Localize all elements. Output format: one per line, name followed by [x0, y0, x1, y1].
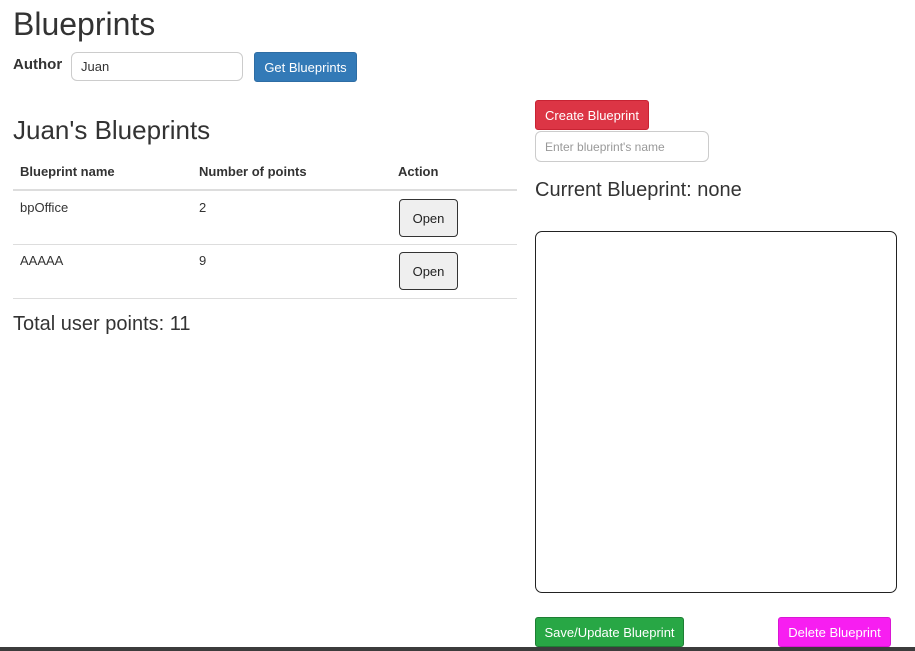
author-label: Author — [13, 56, 63, 73]
get-blueprints-button[interactable]: Get Blueprints — [254, 52, 357, 82]
blueprint-points-cell: 2 — [199, 200, 207, 215]
column-header-action: Action — [398, 164, 439, 179]
blueprint-name-cell: AAAAA — [20, 253, 64, 268]
blueprint-points-cell: 9 — [199, 253, 207, 268]
table-header-row: Blueprint name Number of points Action — [13, 153, 517, 191]
open-blueprint-button[interactable]: Open — [399, 199, 458, 237]
save-update-blueprint-button[interactable]: Save/Update Blueprint — [535, 617, 684, 647]
bottom-scrollbar — [0, 647, 915, 651]
current-blueprint-label: Current Blueprint: none — [535, 179, 742, 201]
column-header-points: Number of points — [199, 164, 307, 179]
open-blueprint-button[interactable]: Open — [399, 252, 458, 290]
blueprint-canvas[interactable] — [535, 231, 897, 593]
column-header-name: Blueprint name — [20, 164, 115, 179]
blueprint-name-cell: bpOffice — [20, 200, 69, 215]
create-blueprint-button[interactable]: Create Blueprint — [535, 100, 649, 130]
table-row: AAAAA 9 Open — [13, 245, 517, 299]
blueprints-title: Juan's Blueprints — [13, 115, 211, 145]
blueprints-table: Blueprint name Number of points Action b… — [13, 153, 517, 299]
page: Blueprints Author Get Blueprints Juan's … — [0, 0, 915, 651]
blueprint-name-input[interactable] — [535, 131, 709, 162]
delete-blueprint-button[interactable]: Delete Blueprint — [778, 617, 891, 647]
page-title: Blueprints — [13, 6, 156, 42]
table-row: bpOffice 2 Open — [13, 191, 517, 245]
total-user-points: Total user points: 11 — [13, 313, 191, 335]
author-input[interactable] — [71, 52, 243, 81]
